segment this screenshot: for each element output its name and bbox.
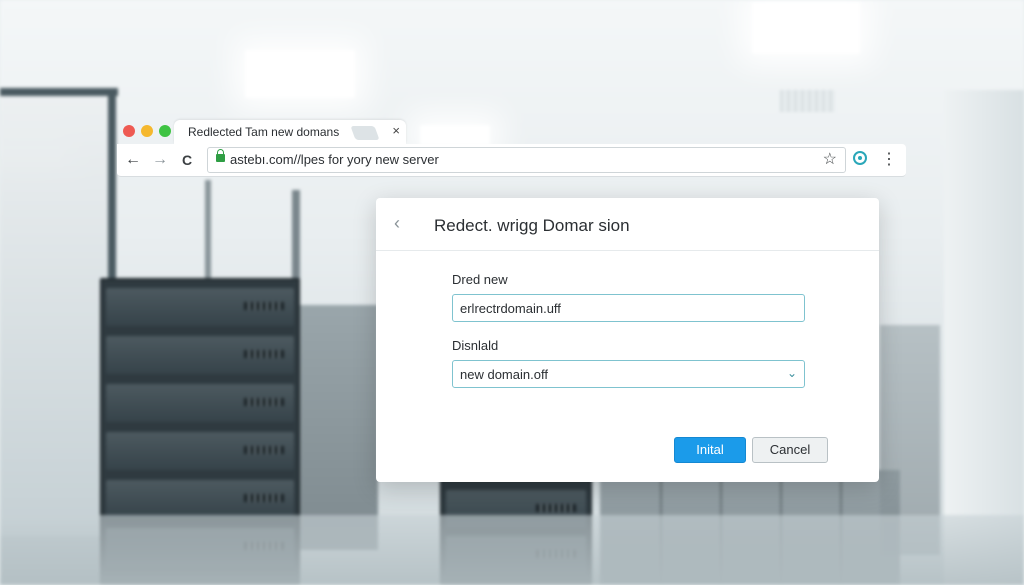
address-bar[interactable]: astebı.com//lpes for yory new server ☆ [207,147,846,173]
window-close-button[interactable] [123,125,135,137]
redirect-domain-value: erlrectrdomain.uff [460,301,561,316]
url-text: astebı.com//lpes for yory new server [230,152,439,167]
cancel-button[interactable]: Cancel [752,437,828,463]
door-frame [205,180,211,290]
window-maximize-button[interactable] [159,125,171,137]
tab-strip: Redlected Tam new domans × [117,118,906,144]
field2-label: Disnlald [452,338,499,353]
lock-icon [216,149,225,162]
rack-unit [106,336,294,374]
redirect-domain-dialog: ‹ Redect. wrigg Domar sion Dred new erlr… [376,198,879,482]
new-domain-select[interactable]: new domain.off ⌄ [452,360,805,388]
reload-icon[interactable]: C [177,150,197,170]
browser-window: Redlected Tam new domans × ← → C astebı.… [117,118,906,177]
redirect-domain-input[interactable]: erlrectrdomain.uff [452,294,805,322]
rack-unit [106,480,294,518]
dialog-title: Redect. wrigg Domar sion [434,216,630,235]
dialog-back-chevron-icon[interactable]: ‹ [394,213,400,234]
server-cabinet [300,305,378,550]
rack-unit [106,432,294,470]
ceiling-light [752,2,860,54]
field1-label: Dred new [452,272,508,287]
window-minimize-button[interactable] [141,125,153,137]
tab-title: Redlected Tam new domans [188,125,340,139]
rack-unit [106,384,294,422]
ceiling-vent [780,90,835,112]
rack-unit [106,288,294,326]
extension-icon[interactable] [853,151,867,165]
back-arrow-icon[interactable]: ← [123,150,143,170]
forward-arrow-icon[interactable]: → [150,150,170,170]
bookmark-star-icon[interactable]: ☆ [823,149,837,169]
door-frame [0,88,118,96]
browser-toolbar: ← → C astebı.com//lpes for yory new serv… [117,144,906,177]
ceiling-light [245,50,355,98]
floor [0,515,1024,585]
tab-close-icon[interactable]: × [392,123,400,138]
new-tab-button[interactable] [350,126,380,140]
dialog-header: ‹ Redect. wrigg Domar sion [376,198,879,251]
right-pillar [944,90,1024,585]
new-domain-value: new domain.off [460,367,548,382]
initial-button[interactable]: Inital [674,437,746,463]
glass-door [0,96,108,536]
chevron-down-icon: ⌄ [786,366,797,380]
browser-menu-icon[interactable]: ⋮ [881,149,897,169]
